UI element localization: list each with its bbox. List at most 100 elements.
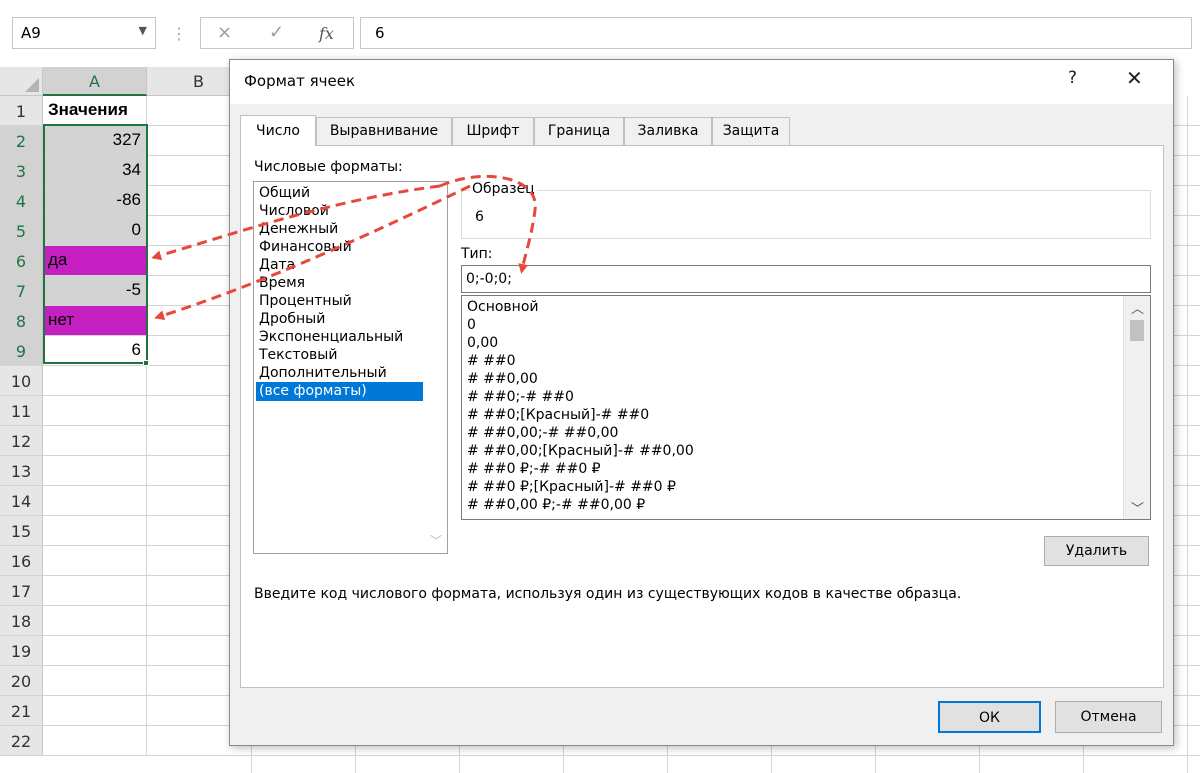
category-item[interactable]: Время bbox=[256, 274, 423, 293]
category-item-selected[interactable]: (все форматы) bbox=[256, 382, 423, 401]
chevron-up-icon[interactable]: ︿ bbox=[1131, 298, 1144, 317]
cell-a2[interactable]: 327 bbox=[43, 126, 147, 156]
cell-a14[interactable] bbox=[43, 486, 147, 516]
cancel-button[interactable]: Отмена bbox=[1055, 701, 1162, 733]
format-code-item[interactable]: # ##0;-# ##0 bbox=[467, 388, 574, 407]
chevron-down-icon[interactable]: ▼ bbox=[139, 24, 147, 37]
help-icon[interactable]: ? bbox=[1068, 68, 1077, 88]
row-header[interactable]: 10 bbox=[0, 366, 43, 396]
tab-fill[interactable]: Заливка bbox=[624, 117, 712, 145]
select-all-corner[interactable] bbox=[0, 67, 43, 96]
cell-a16[interactable] bbox=[43, 546, 147, 576]
row-header[interactable]: 6 bbox=[0, 246, 43, 276]
category-item[interactable]: Дополнительный bbox=[256, 364, 423, 383]
row-header[interactable]: 3 bbox=[0, 156, 43, 186]
row-header[interactable]: 7 bbox=[0, 276, 43, 306]
row-header[interactable]: 11 bbox=[0, 396, 43, 426]
row-header[interactable]: 13 bbox=[0, 456, 43, 486]
cell-a7[interactable]: -5 bbox=[43, 276, 147, 306]
tab-protection[interactable]: Защита bbox=[712, 117, 790, 145]
cell-a10[interactable] bbox=[43, 366, 147, 396]
format-code-item[interactable]: # ##0,00;-# ##0,00 bbox=[467, 424, 618, 443]
category-item[interactable]: Процентный bbox=[256, 292, 423, 311]
cell-a13[interactable] bbox=[43, 456, 147, 486]
category-item[interactable]: Денежный bbox=[256, 220, 423, 239]
category-list[interactable]: Общий Числовой Денежный Финансовый Дата … bbox=[253, 181, 448, 554]
row-header[interactable]: 21 bbox=[0, 696, 43, 726]
row-header[interactable]: 12 bbox=[0, 426, 43, 456]
row-header[interactable]: 14 bbox=[0, 486, 43, 516]
format-code-item[interactable]: 0 bbox=[467, 316, 476, 335]
row-header[interactable]: 15 bbox=[0, 516, 43, 546]
chevron-down-icon[interactable]: ﹀ bbox=[430, 532, 442, 549]
cell-a22[interactable] bbox=[43, 726, 147, 756]
format-list-scrollbar[interactable]: ︿ ﹀ bbox=[1123, 296, 1150, 519]
close-icon[interactable]: ✕ bbox=[1126, 66, 1143, 90]
cell-a12[interactable] bbox=[43, 426, 147, 456]
cell-a20[interactable] bbox=[43, 666, 147, 696]
row-header[interactable]: 4 bbox=[0, 186, 43, 216]
check-icon[interactable]: ✓ bbox=[269, 22, 284, 43]
format-code-item[interactable]: # ##0,00 bbox=[467, 370, 538, 389]
row-header[interactable]: 5 bbox=[0, 216, 43, 246]
format-code-item[interactable]: # ##0,00 ₽;-# ##0,00 ₽ bbox=[467, 496, 645, 515]
tab-font[interactable]: Шрифт bbox=[452, 117, 534, 145]
cell-a3[interactable]: 34 bbox=[43, 156, 147, 186]
name-box[interactable]: A9 ▼ bbox=[12, 17, 156, 49]
category-item[interactable]: Дата bbox=[256, 256, 423, 275]
row-header[interactable]: 2 bbox=[0, 126, 43, 156]
format-code-item[interactable]: 0,00 bbox=[467, 334, 498, 353]
category-item[interactable]: Экспоненциальный bbox=[256, 328, 423, 347]
format-code-item[interactable]: # ##0 bbox=[467, 352, 516, 371]
format-code-item[interactable]: # ##0,00;[Красный]-# ##0,00 bbox=[467, 442, 694, 461]
category-item[interactable]: Финансовый bbox=[256, 238, 423, 257]
cell-a15[interactable] bbox=[43, 516, 147, 546]
cell-a9[interactable]: 6 bbox=[43, 336, 147, 366]
cell-a19[interactable] bbox=[43, 636, 147, 666]
scrollbar-thumb[interactable] bbox=[1130, 320, 1144, 341]
category-item[interactable]: Общий bbox=[256, 184, 423, 203]
type-label: Тип: bbox=[461, 246, 493, 262]
format-code-list[interactable]: Основной 0 0,00 # ##0 # ##0,00 # ##0;-# … bbox=[461, 295, 1151, 520]
cell-a1[interactable]: Значения bbox=[43, 96, 147, 126]
row-header[interactable]: 8 bbox=[0, 306, 43, 336]
cell-a8[interactable]: нет bbox=[43, 306, 147, 336]
insert-function-icon[interactable]: fx bbox=[319, 24, 334, 43]
cell-a5[interactable]: 0 bbox=[43, 216, 147, 246]
sample-value: 6 bbox=[475, 209, 484, 225]
category-item[interactable]: Текстовый bbox=[256, 346, 423, 365]
row-header[interactable]: 1 bbox=[0, 96, 43, 126]
chevron-down-icon[interactable]: ﹀ bbox=[1131, 498, 1144, 517]
row-header[interactable]: 18 bbox=[0, 606, 43, 636]
row-header[interactable]: 19 bbox=[0, 636, 43, 666]
tab-number[interactable]: Число bbox=[240, 115, 316, 146]
cell-a17[interactable] bbox=[43, 576, 147, 606]
gridline bbox=[147, 755, 1200, 756]
cell-a18[interactable] bbox=[43, 606, 147, 636]
row-header[interactable]: 22 bbox=[0, 726, 43, 756]
fill-handle[interactable] bbox=[143, 360, 149, 366]
cell-a4[interactable]: -86 bbox=[43, 186, 147, 216]
category-item[interactable]: Дробный bbox=[256, 310, 423, 329]
sample-label: Образец bbox=[470, 181, 537, 197]
tab-border[interactable]: Граница bbox=[534, 117, 624, 145]
cell-a11[interactable] bbox=[43, 396, 147, 426]
row-header[interactable]: 17 bbox=[0, 576, 43, 606]
row-header[interactable]: 20 bbox=[0, 666, 43, 696]
formula-input[interactable]: 6 bbox=[360, 17, 1192, 49]
cell-a6[interactable]: да bbox=[43, 246, 147, 276]
delete-button[interactable]: Удалить bbox=[1044, 536, 1149, 566]
type-input[interactable]: 0;-0;0; bbox=[461, 265, 1151, 293]
format-code-item[interactable]: # ##0 ₽;-# ##0 ₽ bbox=[467, 460, 601, 479]
ok-button[interactable]: ОК bbox=[938, 701, 1041, 733]
column-header-a[interactable]: A bbox=[43, 67, 147, 96]
format-code-item[interactable]: Основной bbox=[467, 298, 539, 317]
row-header[interactable]: 9 bbox=[0, 336, 43, 366]
tab-alignment[interactable]: Выравнивание bbox=[316, 117, 452, 145]
row-header[interactable]: 16 bbox=[0, 546, 43, 576]
cancel-icon[interactable]: × bbox=[217, 22, 232, 43]
format-code-item[interactable]: # ##0 ₽;[Красный]-# ##0 ₽ bbox=[467, 478, 676, 497]
cell-a21[interactable] bbox=[43, 696, 147, 726]
category-item[interactable]: Числовой bbox=[256, 202, 423, 221]
format-code-item[interactable]: # ##0;[Красный]-# ##0 bbox=[467, 406, 649, 425]
